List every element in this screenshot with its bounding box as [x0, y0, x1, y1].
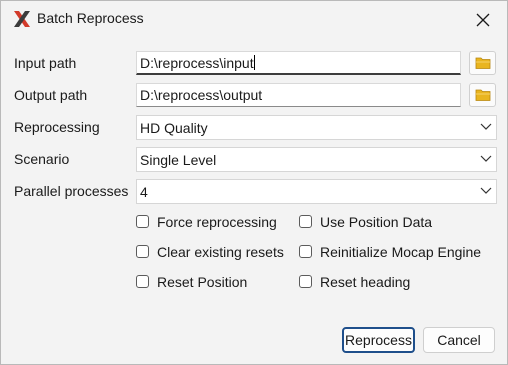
chevron-down-icon: [480, 123, 492, 130]
parallel-processes-value: 4: [140, 184, 148, 200]
app-logo-icon: [13, 10, 31, 28]
use-position-data-label: Use Position Data: [320, 214, 433, 230]
output-path-browse-button[interactable]: [469, 83, 496, 107]
close-button[interactable]: [471, 8, 495, 32]
window-title: Batch Reprocess: [37, 10, 144, 26]
force-reprocessing-label: Force reprocessing: [157, 214, 277, 230]
close-icon: [476, 13, 490, 27]
text-caret: [253, 55, 255, 70]
output-path-value: D:\reprocess\output: [140, 87, 263, 103]
parallel-processes-label: Parallel processes: [14, 183, 129, 199]
output-path-label: Output path: [14, 87, 88, 103]
reprocess-button[interactable]: Reprocess: [342, 327, 415, 353]
scenario-select[interactable]: Single Level: [136, 147, 497, 172]
checkbox-box: [299, 275, 312, 288]
input-path-browse-button[interactable]: [469, 51, 496, 75]
reinitialize-mocap-engine-label: Reinitialize Mocap Engine: [320, 244, 482, 260]
chevron-down-icon: [480, 187, 492, 194]
input-path-value: D:\reprocess\input: [140, 55, 254, 71]
folder-icon: [475, 57, 491, 69]
checkbox-box: [299, 245, 312, 258]
scenario-value: Single Level: [140, 152, 217, 168]
folder-icon: [475, 89, 491, 101]
chevron-down-icon: [480, 155, 492, 162]
parallel-processes-select[interactable]: 4: [136, 179, 497, 204]
scenario-label: Scenario: [14, 151, 70, 167]
checkbox-box: [136, 215, 149, 228]
checkbox-box: [136, 275, 149, 288]
reprocessing-label: Reprocessing: [14, 119, 100, 135]
input-path-field[interactable]: D:\reprocess\input: [136, 51, 461, 75]
checkbox-box: [299, 215, 312, 228]
checkbox-box: [136, 245, 149, 258]
batch-reprocess-dialog: Batch Reprocess Input path D:\reprocess\…: [0, 0, 508, 365]
reprocessing-select[interactable]: HD Quality: [136, 115, 497, 140]
reprocessing-value: HD Quality: [140, 120, 208, 136]
output-path-field[interactable]: D:\reprocess\output: [136, 83, 461, 107]
clear-existing-resets-label: Clear existing resets: [157, 244, 284, 260]
title-bar: Batch Reprocess: [1, 1, 507, 37]
cancel-button[interactable]: Cancel: [423, 327, 495, 353]
reset-position-label: Reset Position: [157, 274, 248, 290]
reset-heading-label: Reset heading: [320, 274, 411, 290]
input-path-label: Input path: [14, 55, 77, 71]
